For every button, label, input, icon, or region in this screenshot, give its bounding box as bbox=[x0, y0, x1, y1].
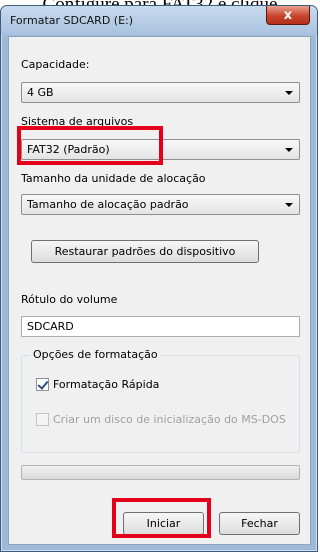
volume-label-label: Rótulo do volume bbox=[21, 293, 118, 306]
allocation-label: Tamanho da unidade de alocação bbox=[21, 172, 206, 185]
chevron-down-icon bbox=[285, 148, 293, 152]
allocation-select[interactable]: Tamanho de alocação padrão bbox=[21, 194, 300, 215]
filesystem-value: FAT32 (Padrão) bbox=[27, 143, 110, 156]
msdos-disk-label: Criar um disco de inicialização do MS-DO… bbox=[53, 413, 286, 426]
quick-format-checkbox[interactable] bbox=[36, 378, 49, 391]
title-bar[interactable]: Formatar SDCARD (E:) x bbox=[1, 6, 317, 35]
filesystem-label: Sistema de arquivos bbox=[21, 115, 134, 128]
close-icon: x bbox=[283, 7, 293, 23]
start-button[interactable]: Iniciar bbox=[123, 512, 204, 535]
capacity-label: Capacidade: bbox=[21, 58, 90, 71]
close-window-button[interactable]: x bbox=[266, 6, 310, 25]
volume-label-input[interactable]: SDCARD bbox=[21, 316, 300, 337]
format-dialog: Formatar SDCARD (E:) x Capacidade: 4 GB … bbox=[0, 5, 318, 552]
capacity-select[interactable]: 4 GB bbox=[21, 82, 300, 103]
allocation-value: Tamanho de alocação padrão bbox=[27, 198, 189, 211]
dialog-body: Capacidade: 4 GB Sistema de arquivos FAT… bbox=[8, 36, 311, 545]
format-options-title: Opções de formatação bbox=[30, 348, 161, 361]
capacity-value: 4 GB bbox=[27, 86, 54, 99]
chevron-down-icon bbox=[285, 203, 293, 207]
volume-label-value: SDCARD bbox=[27, 320, 74, 333]
close-button[interactable]: Fechar bbox=[219, 512, 300, 535]
chevron-down-icon bbox=[285, 91, 293, 95]
quick-format-label[interactable]: Formatação Rápida bbox=[53, 378, 159, 391]
format-progress-bar bbox=[21, 465, 300, 480]
restore-defaults-button[interactable]: Restaurar padrões do dispositivo bbox=[31, 240, 259, 263]
filesystem-select[interactable]: FAT32 (Padrão) bbox=[21, 139, 300, 160]
format-options-group: Opções de formatação Formatação Rápida C… bbox=[21, 348, 300, 453]
msdos-disk-checkbox bbox=[36, 413, 49, 426]
window-title: Formatar SDCARD (E:) bbox=[10, 14, 134, 27]
